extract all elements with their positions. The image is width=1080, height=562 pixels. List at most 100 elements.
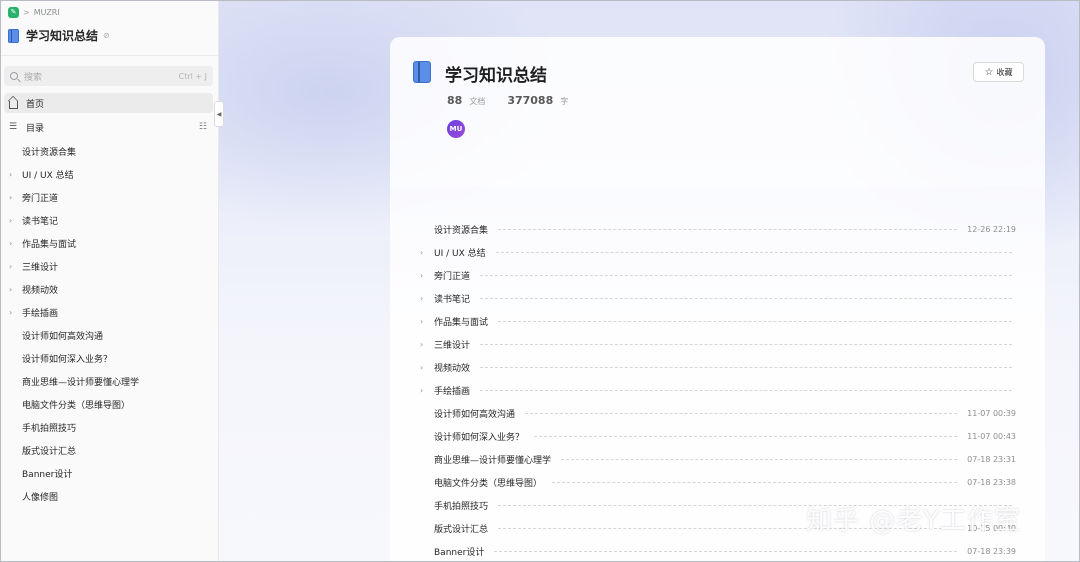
star-icon: ☆ xyxy=(984,66,994,78)
toc-leader-line xyxy=(498,321,1012,322)
chevron-right-icon[interactable]: › xyxy=(420,294,423,303)
chevron-right-icon[interactable]: › xyxy=(9,262,12,271)
toc-label: 读书笔记 xyxy=(434,295,471,305)
sidebar-tree-item[interactable]: 手机拍照技巧 xyxy=(0,416,219,439)
toc-row[interactable]: 设计师如何深入业务？ 11-07 00:43 xyxy=(420,425,1016,448)
toc-row[interactable]: › 手绘插画 xyxy=(420,379,1016,402)
chevron-right-icon[interactable]: › xyxy=(420,363,423,372)
toc-leader-line xyxy=(480,275,1012,276)
toc-label: 作品集与面试 xyxy=(434,318,489,328)
chevron-right-icon[interactable]: › xyxy=(420,248,423,257)
app-logo-icon[interactable]: ✎ xyxy=(8,6,19,18)
sidebar-tree-item[interactable]: › 三维设计 xyxy=(0,255,219,278)
sidebar-tree-item[interactable]: › 作品集与面试 xyxy=(0,232,219,255)
toc-label: 手机拍照技巧 xyxy=(434,502,489,512)
toc-label: 旁门正道 xyxy=(434,272,471,282)
toc-label: 版式设计汇总 xyxy=(434,525,489,535)
sidebar-tree-label: 人像修图 xyxy=(22,493,59,503)
chevron-right-icon[interactable]: › xyxy=(420,271,423,280)
book-icon xyxy=(413,61,431,83)
toc-row[interactable]: › UI / UX 总结 xyxy=(420,241,1016,264)
sidebar-tree-item[interactable]: 商业思维—设计师要懂心理学 xyxy=(0,370,219,393)
toc-label: UI / UX 总结 xyxy=(434,249,486,259)
sidebar-collapse-button[interactable]: ◀ xyxy=(214,101,224,127)
toc-leader-line xyxy=(552,482,957,483)
breadcrumb: ✎ > MUZRI xyxy=(8,6,60,18)
word-unit: 字 xyxy=(560,97,569,106)
main-area: 学习知识总结 ☆ 收藏 88 文档 377088 字 MU 设计资源合集 12-2… xyxy=(219,0,1080,562)
sidebar-tree-label: 读书笔记 xyxy=(22,217,59,227)
toc-leader-line xyxy=(498,229,957,230)
toc-leader-line xyxy=(480,367,1012,368)
sidebar-tree-item[interactable]: 设计资源合集 xyxy=(0,140,219,163)
sidebar-tree-item[interactable]: 设计师如何深入业务？ xyxy=(0,347,219,370)
knowledge-base-title[interactable]: 学习知识总结 xyxy=(26,27,98,44)
list-icon: ☰ xyxy=(9,122,18,132)
toc-leader-line xyxy=(480,298,1012,299)
toc-label: 手绘插画 xyxy=(434,387,471,397)
sidebar: ✎ > MUZRI 学习知识总结 ⊘ 搜索 Ctrl + J 首页 ☰ 目录 ☷… xyxy=(0,0,219,562)
search-input[interactable]: 搜索 Ctrl + J xyxy=(4,66,213,86)
toc-label: 视频动效 xyxy=(434,364,471,374)
chevron-right-icon[interactable]: › xyxy=(9,193,12,202)
toc-leader-line xyxy=(494,551,957,552)
watermark: 知乎 @老Y工作室 xyxy=(806,506,1022,536)
nav-toc[interactable]: ☰ 目录 ☷ xyxy=(4,117,213,137)
sidebar-tree-label: 手绘插画 xyxy=(22,309,59,319)
toc-label: 设计师如何高效沟通 xyxy=(434,410,516,420)
sidebar-tree-item[interactable]: › UI / UX 总结 xyxy=(0,163,219,186)
toc-row[interactable]: › 视频动效 xyxy=(420,356,1016,379)
chevron-right-icon[interactable]: › xyxy=(9,308,12,317)
toc-leader-line xyxy=(480,344,1012,345)
sidebar-tree-item[interactable]: › 旁门正道 xyxy=(0,186,219,209)
toc-label: 设计资源合集 xyxy=(434,226,489,236)
chevron-right-icon[interactable]: › xyxy=(9,170,12,179)
sidebar-tree-label: 作品集与面试 xyxy=(22,240,77,250)
toc-leader-line xyxy=(496,252,1012,253)
toc-leader-line xyxy=(561,459,957,460)
toc-date: 12-26 22:19 xyxy=(967,225,1016,234)
sidebar-tree-item[interactable]: 电脑文件分类（思维导图） xyxy=(0,393,219,416)
toc-row[interactable]: 商业思维—设计师要懂心理学 07-18 23:31 xyxy=(420,448,1016,471)
toc-leader-line xyxy=(525,413,957,414)
toc-row[interactable]: 设计资源合集 12-26 22:19 xyxy=(420,218,1016,241)
sidebar-tree-label: Banner设计 xyxy=(22,470,73,480)
nav-home-label: 首页 xyxy=(26,99,45,110)
nav-home[interactable]: 首页 xyxy=(4,93,213,113)
sidebar-tree-item[interactable]: › 视频动效 xyxy=(0,278,219,301)
sidebar-tree-label: 旁门正道 xyxy=(22,194,59,204)
page-title: 学习知识总结 xyxy=(445,66,547,86)
book-icon xyxy=(8,28,19,43)
toc-settings-icon[interactable]: ☷ xyxy=(199,122,207,132)
sidebar-tree-item[interactable]: 设计师如何高效沟通 xyxy=(0,324,219,347)
toc-row[interactable]: › 旁门正道 xyxy=(420,264,1016,287)
toc-row[interactable]: Banner设计 07-18 23:39 xyxy=(420,540,1016,562)
sidebar-tree-item[interactable]: 版式设计汇总 xyxy=(0,439,219,462)
sidebar-tree-item[interactable]: › 手绘插画 xyxy=(0,301,219,324)
sidebar-tree-item[interactable]: Banner设计 xyxy=(0,462,219,485)
chevron-right-icon[interactable]: › xyxy=(9,285,12,294)
toc-row[interactable]: › 读书笔记 xyxy=(420,287,1016,310)
chevron-right-icon[interactable]: › xyxy=(420,340,423,349)
toc-date: 07-18 23:39 xyxy=(967,547,1016,556)
toc-row[interactable]: 电脑文件分类（思维导图） 07-18 23:38 xyxy=(420,471,1016,494)
sidebar-tree-label: 电脑文件分类（思维导图） xyxy=(22,401,131,411)
sidebar-tree-label: 视频动效 xyxy=(22,286,59,296)
chevron-right-icon[interactable]: › xyxy=(420,386,423,395)
chevron-right-icon[interactable]: › xyxy=(9,216,12,225)
toc-row[interactable]: › 作品集与面试 xyxy=(420,310,1016,333)
avatar[interactable]: MU xyxy=(447,120,465,138)
chevron-right-icon[interactable]: › xyxy=(420,317,423,326)
chevron-right-icon[interactable]: › xyxy=(9,239,12,248)
word-count: 377088 xyxy=(507,94,554,107)
doc-unit: 文档 xyxy=(469,97,486,106)
favorite-button[interactable]: ☆ 收藏 xyxy=(973,62,1024,82)
toc-row[interactable]: 设计师如何高效沟通 11-07 00:39 xyxy=(420,402,1016,425)
favorite-label: 收藏 xyxy=(996,67,1013,77)
sidebar-tree-item[interactable]: › 读书笔记 xyxy=(0,209,219,232)
sidebar-tree-label: 设计师如何高效沟通 xyxy=(22,332,104,342)
breadcrumb-workspace[interactable]: MUZRI xyxy=(34,8,60,17)
sidebar-tree-item[interactable]: 人像修图 xyxy=(0,485,219,508)
toc-row[interactable]: › 三维设计 xyxy=(420,333,1016,356)
sidebar-tree-label: 手机拍照技巧 xyxy=(22,424,77,434)
